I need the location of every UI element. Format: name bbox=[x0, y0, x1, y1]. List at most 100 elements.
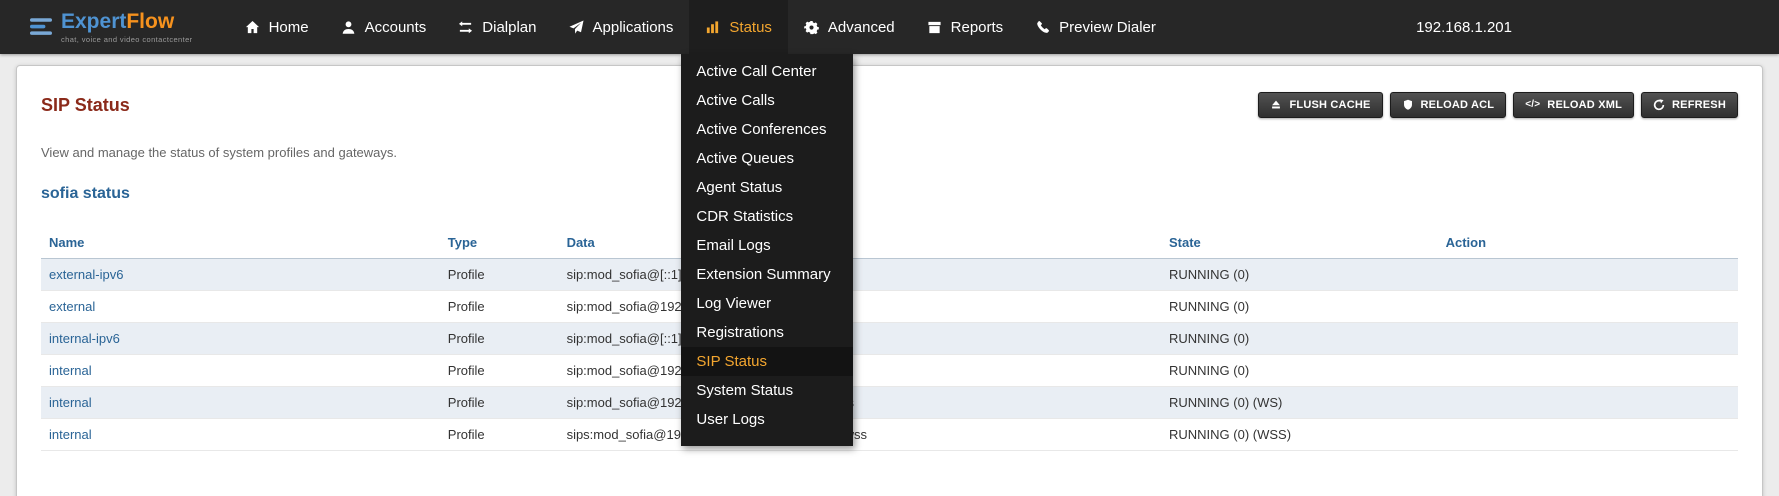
profile-state: RUNNING (0) (WS) bbox=[1161, 387, 1438, 419]
menu-item-agent-status[interactable]: Agent Status bbox=[681, 173, 853, 202]
profile-state: RUNNING (0) bbox=[1161, 355, 1438, 387]
column-header-name: Name bbox=[41, 227, 440, 259]
profile-data: sip:mod_sofia@[::1]:5080 bbox=[559, 259, 1161, 291]
nav-item-dialplan[interactable]: Dialplan bbox=[442, 0, 552, 54]
menu-item-active-conferences[interactable]: Active Conferences bbox=[681, 115, 853, 144]
nav-item-label: Accounts bbox=[365, 19, 427, 36]
column-header-data: Data bbox=[559, 227, 1161, 259]
nav-item-label: Home bbox=[269, 19, 309, 36]
column-header-type: Type bbox=[440, 227, 559, 259]
sip-profile-row: internal Profile sips:mod_sofia@192.168.… bbox=[41, 419, 1738, 451]
brand-logo[interactable]: ExpertFlow chat, voice and video contact… bbox=[0, 0, 217, 54]
menu-item-active-queues[interactable]: Active Queues bbox=[681, 144, 853, 173]
brand-tagline: chat, voice and video contactcenter bbox=[61, 35, 193, 44]
profile-type: Profile bbox=[440, 323, 559, 355]
nav-item-home[interactable]: Home bbox=[229, 0, 325, 54]
home-icon bbox=[245, 20, 260, 35]
flush-cache-button[interactable]: FLUSH CACHE bbox=[1258, 92, 1382, 118]
profile-name-link[interactable]: internal bbox=[49, 363, 92, 378]
section-title: sofia status bbox=[41, 185, 1738, 203]
profile-state: RUNNING (0) (WSS) bbox=[1161, 419, 1438, 451]
sip-profile-row: external Profile sip:mod_sofia@192.168.1… bbox=[41, 291, 1738, 323]
page-header: SIP Status FLUSH CACHE RELOAD ACL </> RE… bbox=[41, 92, 1738, 118]
box-icon bbox=[927, 20, 942, 35]
refresh-icon bbox=[1653, 99, 1665, 111]
sip-profile-row: internal Profile sip:mod_sofia@192.168.1… bbox=[41, 355, 1738, 387]
nav-item-label: Preview Dialer bbox=[1059, 19, 1156, 36]
paper-plane-icon bbox=[569, 20, 584, 35]
profile-type: Profile bbox=[440, 259, 559, 291]
shield-icon bbox=[1402, 99, 1414, 111]
profile-state: RUNNING (0) bbox=[1161, 291, 1438, 323]
menu-item-cdr-statistics[interactable]: CDR Statistics bbox=[681, 202, 853, 231]
profile-name-link[interactable]: internal bbox=[49, 427, 92, 442]
profile-name-link[interactable]: internal bbox=[49, 395, 92, 410]
user-icon bbox=[341, 20, 356, 35]
profile-name-link[interactable]: internal-ipv6 bbox=[49, 331, 120, 346]
nav-item-advanced[interactable]: Advanced bbox=[788, 0, 911, 54]
table-header-row: Name Type Data State Action bbox=[41, 227, 1738, 259]
profile-state: RUNNING (0) bbox=[1161, 323, 1438, 355]
profile-data: sip:mod_sofia@192.168.1.201:5072;transpo… bbox=[559, 387, 1161, 419]
menu-item-active-call-center[interactable]: Active Call Center bbox=[681, 57, 853, 86]
menu-item-sip-status[interactable]: SIP Status bbox=[681, 347, 853, 376]
status-dropdown-menu: Active Call Center Active Calls Active C… bbox=[681, 54, 853, 446]
profile-type: Profile bbox=[440, 387, 559, 419]
expertflow-logo-icon bbox=[30, 16, 52, 38]
button-label: FLUSH CACHE bbox=[1289, 99, 1370, 111]
profile-action bbox=[1438, 291, 1738, 323]
button-label: REFRESH bbox=[1672, 99, 1726, 111]
gear-icon bbox=[804, 20, 819, 35]
menu-item-email-logs[interactable]: Email Logs bbox=[681, 231, 853, 260]
sip-profile-row: external-ipv6 Profile sip:mod_sofia@[::1… bbox=[41, 259, 1738, 291]
menu-item-active-calls[interactable]: Active Calls bbox=[681, 86, 853, 115]
profile-data: sip:mod_sofia@192.168.1.201:5060 bbox=[559, 355, 1161, 387]
eject-icon bbox=[1270, 99, 1282, 111]
nav-item-preview-dialer[interactable]: Preview Dialer bbox=[1019, 0, 1172, 54]
reload-acl-button[interactable]: RELOAD ACL bbox=[1390, 92, 1507, 118]
menu-item-system-status[interactable]: System Status bbox=[681, 376, 853, 405]
menu-item-log-viewer[interactable]: Log Viewer bbox=[681, 289, 853, 318]
profile-type: Profile bbox=[440, 355, 559, 387]
nav-item-reports[interactable]: Reports bbox=[911, 0, 1020, 54]
profile-action bbox=[1438, 419, 1738, 451]
nav-item-status[interactable]: Status Active Call Center Active Calls A… bbox=[689, 0, 788, 54]
sofia-status-table: Name Type Data State Action external-ipv… bbox=[41, 227, 1738, 451]
bar-chart-icon bbox=[705, 20, 720, 35]
brand-name-primary: Expert bbox=[61, 10, 126, 33]
button-label: RELOAD ACL bbox=[1421, 99, 1495, 111]
brand-text: ExpertFlow chat, voice and video contact… bbox=[61, 11, 193, 44]
main-nav: Home Accounts Dialplan Applications Stat… bbox=[229, 0, 1172, 54]
reload-xml-button[interactable]: </> RELOAD XML bbox=[1513, 92, 1634, 118]
brand-name-secondary: Flow bbox=[126, 10, 174, 33]
menu-item-user-logs[interactable]: User Logs bbox=[681, 405, 853, 434]
content-card: SIP Status FLUSH CACHE RELOAD ACL </> RE… bbox=[16, 65, 1763, 496]
column-header-state: State bbox=[1161, 227, 1438, 259]
toolbar: FLUSH CACHE RELOAD ACL </> RELOAD XML RE… bbox=[1258, 92, 1738, 118]
top-navbar: ExpertFlow chat, voice and video contact… bbox=[0, 0, 1779, 54]
profile-state: RUNNING (0) bbox=[1161, 259, 1438, 291]
profile-data: sip:mod_sofia@192.168.1.201:5080 bbox=[559, 291, 1161, 323]
nav-item-applications[interactable]: Applications bbox=[553, 0, 690, 54]
profile-action bbox=[1438, 323, 1738, 355]
sip-profile-row: internal Profile sip:mod_sofia@192.168.1… bbox=[41, 387, 1738, 419]
profile-name-link[interactable]: external-ipv6 bbox=[49, 267, 123, 282]
nav-item-label: Status bbox=[729, 19, 772, 36]
nav-item-label: Reports bbox=[951, 19, 1004, 36]
profile-action bbox=[1438, 387, 1738, 419]
profile-data: sips:mod_sofia@192.168.1.201:7443;transp… bbox=[559, 419, 1161, 451]
transfer-arrows-icon bbox=[458, 20, 473, 35]
brand-name: ExpertFlow bbox=[61, 11, 193, 32]
nav-item-label: Advanced bbox=[828, 19, 895, 36]
profile-type: Profile bbox=[440, 419, 559, 451]
server-address: 192.168.1.201 bbox=[1416, 0, 1512, 54]
phone-icon bbox=[1035, 20, 1050, 35]
menu-item-registrations[interactable]: Registrations bbox=[681, 318, 853, 347]
profile-action bbox=[1438, 355, 1738, 387]
nav-item-label: Dialplan bbox=[482, 19, 536, 36]
profile-name-link[interactable]: external bbox=[49, 299, 95, 314]
refresh-button[interactable]: REFRESH bbox=[1641, 92, 1738, 118]
menu-item-extension-summary[interactable]: Extension Summary bbox=[681, 260, 853, 289]
column-header-action: Action bbox=[1438, 227, 1738, 259]
nav-item-accounts[interactable]: Accounts bbox=[325, 0, 443, 54]
